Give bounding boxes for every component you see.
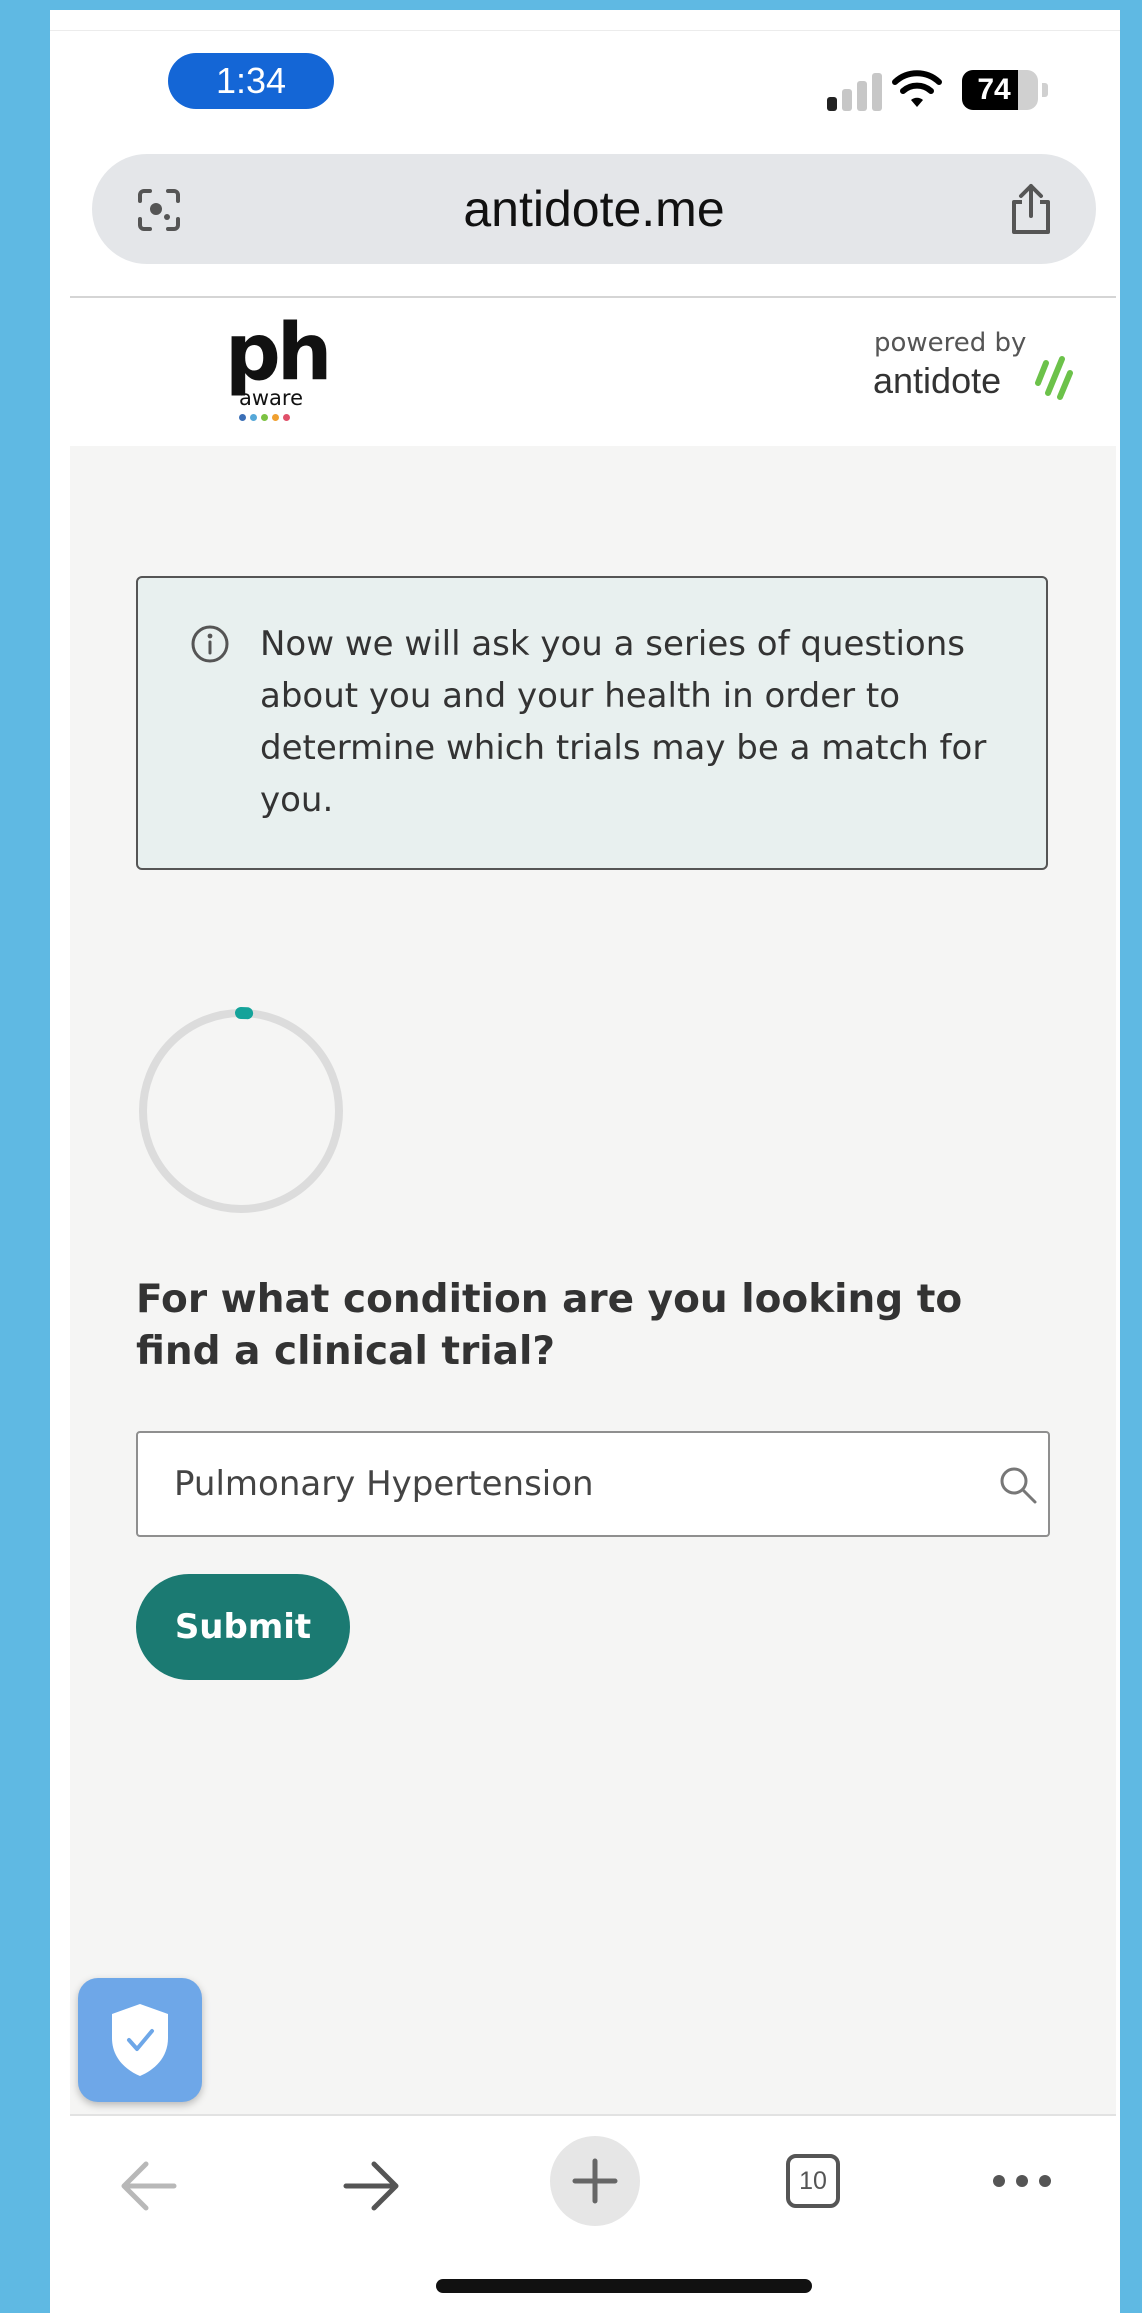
battery-percent: 74 xyxy=(977,73,1011,106)
wifi-icon xyxy=(892,70,942,107)
ph-aware-logo[interactable]: ph aware xyxy=(225,308,335,434)
shield-check-icon xyxy=(112,2004,168,2076)
logo-dot xyxy=(283,414,290,421)
info-text: Now we will ask you a series of question… xyxy=(260,624,987,820)
battery-indicator: 74 xyxy=(962,70,1054,110)
home-indicator[interactable] xyxy=(436,2279,812,2293)
battery-nub xyxy=(1042,83,1048,97)
submit-button[interactable]: Submit xyxy=(136,1574,350,1680)
logo-aware: aware xyxy=(239,386,304,410)
site-header: ph aware powered by antidote xyxy=(70,298,1116,456)
logo-dots xyxy=(239,414,290,421)
main-content: Now we will ask you a series of question… xyxy=(70,446,1116,2114)
info-callout: Now we will ask you a series of question… xyxy=(136,576,1048,870)
logo-dot xyxy=(272,414,279,421)
url-bar[interactable]: antidote.me xyxy=(92,154,1096,264)
logo-dot xyxy=(261,414,268,421)
antidote-mark-icon xyxy=(1035,356,1073,400)
progress-ring xyxy=(137,1007,345,1215)
toolbar-divider xyxy=(70,2114,1116,2116)
new-tab-button[interactable] xyxy=(550,2136,640,2226)
forward-arrow-icon[interactable] xyxy=(338,2158,404,2214)
logo-dot xyxy=(239,414,246,421)
plus-icon xyxy=(572,2158,618,2204)
info-icon xyxy=(191,625,229,663)
share-icon[interactable] xyxy=(1006,182,1056,236)
top-edge xyxy=(50,30,1120,31)
status-time[interactable]: 1:34 xyxy=(168,53,334,109)
url-text[interactable]: antidote.me xyxy=(92,154,1096,264)
condition-search-field[interactable]: Pulmonary Hypertension xyxy=(136,1431,1050,1537)
signal-icon xyxy=(827,73,883,111)
antidote-brand: antidote xyxy=(873,360,1002,401)
more-icon[interactable] xyxy=(992,2174,1052,2188)
question-text: For what condition are you looking to fi… xyxy=(136,1277,963,1374)
powered-by-text: powered by xyxy=(874,328,1027,358)
logo-dot xyxy=(250,414,257,421)
tabs-icon[interactable]: 10 xyxy=(786,2154,840,2208)
search-icon[interactable] xyxy=(998,1465,1038,1505)
privacy-shield-button[interactable] xyxy=(78,1978,202,2102)
condition-value[interactable]: Pulmonary Hypertension xyxy=(174,1433,594,1535)
back-arrow-icon[interactable] xyxy=(116,2158,182,2214)
phone-screen: 1:34 74 antidote.me ph aware powered by … xyxy=(50,10,1120,2313)
logo-ph: ph xyxy=(225,308,332,398)
